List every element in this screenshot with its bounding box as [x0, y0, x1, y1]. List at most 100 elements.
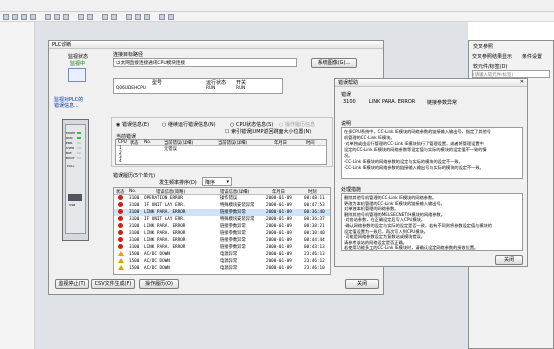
history-cell-no: 3100 — [129, 231, 140, 236]
help-description-box: 在多CPU系统中，CC-Link IE模块的网络参数的链接输入输出号，指定了其他… — [341, 127, 523, 179]
history-cell-time: 00:43:13 — [304, 245, 325, 250]
history-row[interactable]: 3100 LINK PARA. ERROR 链接参数异常 2000-01-09 00:1… — [114, 230, 330, 237]
history-cell-no: 3100 — [129, 203, 140, 208]
history-cell-short: AC/DC DOWN — [144, 252, 170, 257]
history-cell-date: 2000-01-09 — [266, 210, 292, 215]
history-col-no: No. — [129, 189, 137, 194]
cpu-pull-label: PULL — [67, 164, 75, 168]
close-button[interactable]: 关闭 — [345, 279, 379, 289]
copy-icon[interactable] — [54, 14, 60, 20]
led-bat — [77, 152, 81, 154]
history-cell-no: 3100 — [129, 245, 140, 250]
history-cell-no: 3100 — [129, 224, 140, 229]
tab-condition-settings[interactable]: 条件设置 — [522, 53, 542, 60]
module-header-run: 运行状态 — [206, 80, 227, 86]
history-cell-time: 00:47:53 — [304, 203, 325, 208]
history-row[interactable]: 3100 IF UNIT LAY ERR. 特殊模块安装异常 2000-01-09 00… — [114, 216, 330, 223]
diagnostics-icon[interactable] — [159, 14, 165, 20]
history-cell-date: 2000-01-09 — [266, 231, 292, 236]
cpu-module-image: MODE RUN ERR. USER BAT. BOOT PULL USB — [62, 119, 89, 241]
history-row[interactable]: 3100 LINK PARA. ERROR 链接参数异常 2000-01-09 00:3… — [114, 223, 330, 230]
new-file-icon[interactable] — [3, 14, 9, 20]
history-cell-short: LINK PARA. ERROR — [144, 238, 186, 243]
col-status: 状态 — [130, 141, 139, 146]
history-cell-short: LINK PARA. ERROR — [144, 210, 186, 215]
route-label: 连接目标路径 — [113, 52, 144, 58]
history-row[interactable]: 1500 AC/DC DOWN 电源异常 2000-01-09 23:46:13 — [114, 251, 330, 258]
history-cell-time: 00:36:37 — [304, 217, 325, 222]
history-row[interactable]: 3100 LINK PARA. ERROR 链接参数异常 2000-01-09 00:3… — [114, 209, 330, 216]
radio-cpu-status[interactable]: ○ CPU状态信息(S) — [230, 121, 273, 128]
paste-icon[interactable] — [63, 14, 69, 20]
history-cell-short: OPERATION ERROR — [144, 196, 183, 201]
system-image-button[interactable]: 系统图像(G)... — [311, 58, 357, 68]
led-label-user: USER — [66, 146, 75, 150]
cpu-usb-label: USB — [69, 203, 76, 207]
history-cell-date: 2000-01-09 — [266, 245, 292, 250]
history-cell-time: 00:44:44 — [304, 238, 325, 243]
history-cell-detail: 链接参数异常 — [220, 224, 246, 229]
col-cpu: CPU — [118, 140, 127, 145]
help-error-detail: 链接参数异常 — [427, 100, 458, 106]
history-cell-detail: 链接参数异常 — [220, 210, 246, 215]
verify-icon[interactable] — [144, 14, 150, 20]
jump-checkbox[interactable]: ☐ 索引错误JUMP返回跳面大小位置(N) — [225, 128, 311, 135]
monitor-stop-button[interactable]: 监视停止(T) — [55, 279, 89, 289]
write-plc-icon[interactable] — [126, 14, 132, 20]
history-filter-select[interactable]: 降序 ▾ — [202, 177, 232, 186]
radio-operation-history[interactable]: ○ 操作履历信息 — [279, 121, 315, 128]
error-icon — [118, 223, 123, 228]
history-row[interactable]: 3100 LINK PARA. ERROR 链接参数异常 2000-01-09 00:4… — [114, 237, 330, 244]
open-file-icon[interactable] — [12, 14, 18, 20]
device-label-caption: 软元件/标签(D) — [473, 64, 508, 70]
table-row[interactable]: 4 — [119, 159, 122, 164]
csv-export-button[interactable]: CSV文件生成(F) — [91, 279, 135, 289]
history-cell-detail: 电源异常 — [220, 252, 238, 257]
help-desc-line: ·CC-Link IE模块的网络参数的链接输入输出号与实际的模块的设定不一致。 — [344, 165, 484, 170]
module-model[interactable]: Q06UDEHCPU — [116, 86, 146, 91]
history-table: 状态 No. 错误信息(简略) 错误信息(详细) 年月日 时刻 3100 OPER… — [113, 187, 331, 275]
read-plc-icon[interactable] — [135, 14, 141, 20]
history-cell-short: IF UNIT LAY ERR. — [144, 217, 186, 222]
error-help-title: 错误帮助 — [338, 80, 359, 86]
error-icon — [118, 202, 123, 207]
help-close-button[interactable]: 关闭 — [495, 255, 523, 265]
monitor-icon[interactable] — [111, 14, 117, 20]
history-row[interactable]: 3100 OPERATION ERROR 操作错误 2000-01-09 00:48:1… — [114, 195, 330, 202]
undo-icon[interactable] — [78, 14, 84, 20]
monitor-status-value: 监视中 — [70, 61, 86, 67]
close-icon[interactable]: ✕ — [520, 79, 524, 85]
led-label-run: RUN — [66, 136, 73, 140]
redo-icon[interactable] — [87, 14, 93, 20]
radio-error-info[interactable]: ◉ 错误信息(E) — [116, 121, 149, 128]
history-cell-detail: 特殊模块安装异常 — [220, 217, 255, 222]
history-cell-time: 23:46:13 — [304, 252, 325, 257]
save-icon[interactable] — [21, 14, 27, 20]
cut-icon[interactable] — [45, 14, 51, 20]
history-cell-date: 2000-01-09 — [266, 259, 292, 264]
history-cell-detail: 电源异常 — [220, 266, 238, 271]
ide-left-navigation — [0, 22, 35, 349]
history-row[interactable]: 1500 AC/DC DOWN 电源异常 2000-01-09 23:46:12 — [114, 258, 330, 265]
route-field: 以太网直接连接通讯CPU模块连接 — [113, 58, 297, 67]
history-row[interactable]: 1500 AC/DC DOWN 电源异常 2000-01-09 23:46:10 — [114, 265, 330, 272]
operation-history-button[interactable]: 操作履历(O) — [139, 279, 179, 289]
led-label-err: ERR. — [66, 141, 73, 145]
print-icon[interactable] — [30, 14, 36, 20]
radio-continue-error-label: 继续运行错误信息(N) — [167, 122, 216, 128]
led-label-bat: BAT. — [66, 151, 73, 155]
run-icon[interactable] — [168, 14, 174, 20]
tab-cross-reference-result[interactable]: 交叉参照结果显示 — [472, 53, 512, 60]
search-icon[interactable] — [102, 14, 108, 20]
history-cell-date: 2000-01-09 — [266, 217, 292, 222]
history-row[interactable]: 3100 IF UNIT LAY ERR. 特殊模块安装异常 2000-01-09 00… — [114, 202, 330, 209]
history-row[interactable]: 3100 LINK PARA. ERROR 链接参数异常 2000-01-09 00:4… — [114, 244, 330, 251]
history-cell-date: 2000-01-09 — [266, 196, 292, 201]
plc-diagnostics-titlebar: PLC诊断 — [49, 41, 383, 49]
history-filter-value: 降序 — [205, 180, 216, 186]
table-row-error: 无错误 — [164, 147, 177, 152]
error-help-dialog: 错误帮助 ✕ 错误 3100 LINK PARA. ERROR 链接参数异常 说… — [334, 78, 528, 267]
history-cell-short: LINK PARA. ERROR — [144, 245, 186, 250]
radio-continue-error[interactable]: ○ 继续运行错误信息(N) — [162, 121, 216, 128]
left-note-line2: 错误信息... — [54, 103, 79, 109]
